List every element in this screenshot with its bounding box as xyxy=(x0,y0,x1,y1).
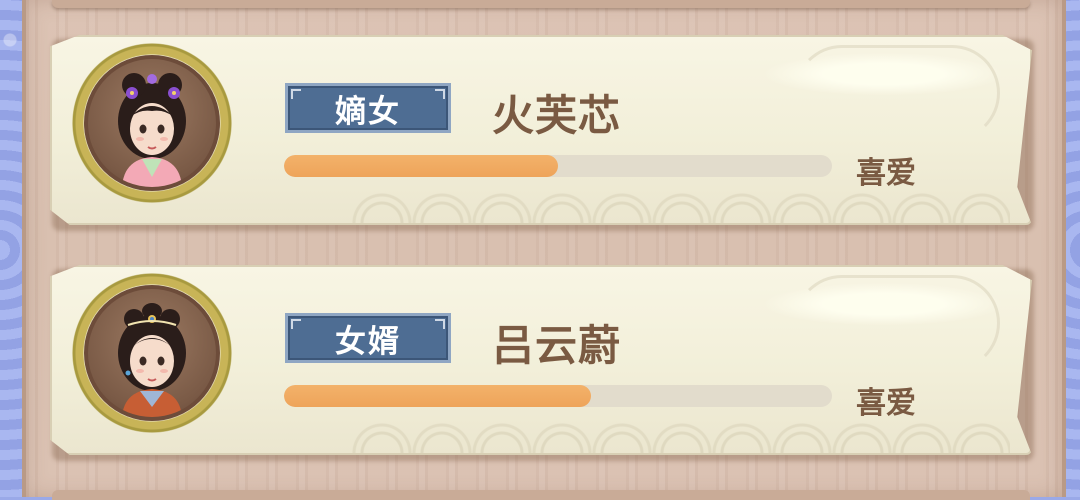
affection-status: 喜爱 xyxy=(856,156,916,191)
affection-bar-fill xyxy=(284,385,591,407)
affection-bar xyxy=(284,385,832,407)
affection-bar-fill xyxy=(284,155,558,177)
title-badge: 嫡女 xyxy=(285,83,451,133)
young-man-portrait-icon xyxy=(84,285,220,421)
character-portrait[interactable] xyxy=(72,273,232,433)
next-card-edge xyxy=(52,490,1030,500)
cloud-swirl-decoration xyxy=(794,45,1000,141)
title-label: 女婿 xyxy=(335,323,401,360)
character-name: 吕云蔚 xyxy=(492,321,622,370)
relationship-card[interactable]: 嫡女 火芙芯 喜爱 xyxy=(50,35,1034,231)
cloud-swirl-decoration xyxy=(794,275,1000,371)
noble-lady-portrait-icon xyxy=(84,55,220,191)
character-name: 火芙芯 xyxy=(492,91,622,140)
title-badge: 女婿 xyxy=(285,313,451,363)
relationship-card[interactable]: 女婿 吕云蔚 喜爱 xyxy=(50,265,1034,461)
character-portrait[interactable] xyxy=(72,43,232,203)
affection-status: 喜爱 xyxy=(856,386,916,421)
title-label: 嫡女 xyxy=(335,93,401,130)
affection-bar xyxy=(284,155,832,177)
previous-card-edge xyxy=(52,0,1030,8)
